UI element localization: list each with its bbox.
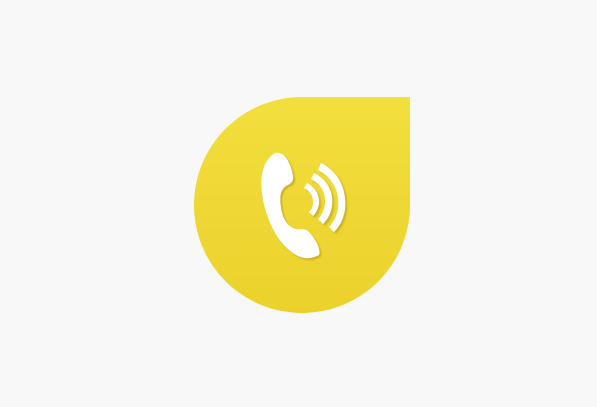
app-icon-tile xyxy=(194,97,410,313)
phone-call-app-icon[interactable] xyxy=(193,96,411,314)
screen xyxy=(0,0,597,407)
app-icon-graphic xyxy=(194,97,410,313)
